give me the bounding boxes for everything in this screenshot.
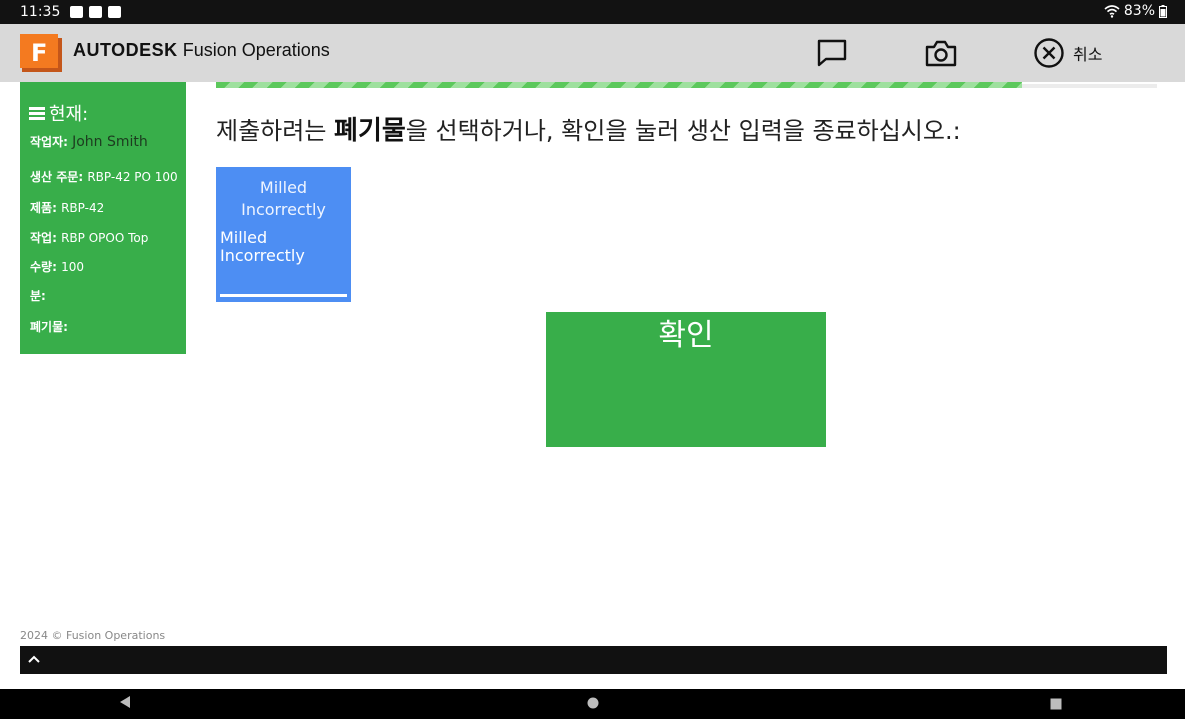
gallery-icon xyxy=(70,6,83,18)
info-value: John Smith xyxy=(72,134,148,150)
info-row-quantity: 수량: 100 xyxy=(30,258,84,275)
info-value: RBP-42 xyxy=(61,201,105,215)
instruction-emphasis: 폐기물 xyxy=(334,116,406,146)
app-screen: 11:35 83% F AUTODESK Fusion Operations 취… xyxy=(0,0,1185,719)
info-label: 분: xyxy=(30,289,46,303)
info-row-product: 제품: RBP-42 xyxy=(30,199,104,216)
comment-button[interactable] xyxy=(816,36,848,70)
close-circle-icon xyxy=(1034,38,1064,68)
camera-button[interactable] xyxy=(924,36,958,70)
screenshot-icon xyxy=(108,6,121,18)
notification-icons xyxy=(70,6,121,18)
panel-title: 현재: xyxy=(49,104,89,125)
info-label: 폐기물: xyxy=(30,320,68,334)
copyright-text: 2024 © Fusion Operations xyxy=(20,629,166,642)
app-brand: AUTODESK Fusion Operations xyxy=(73,40,330,61)
battery-icon xyxy=(1159,4,1167,18)
camera-icon xyxy=(925,40,957,67)
stripe-track xyxy=(1022,84,1157,88)
info-row-operation: 작업: RBP OPOO Top xyxy=(30,229,148,246)
brand-product: Fusion Operations xyxy=(182,40,330,60)
info-label: 작업자: xyxy=(30,135,68,149)
progress-stripe xyxy=(216,82,1022,88)
comment-icon xyxy=(817,39,847,67)
info-label: 생산 주문: xyxy=(30,170,84,184)
brand-autodesk: AUTODESK xyxy=(73,40,178,60)
instruction-text: 제출하려는 폐기물을 선택하거나, 확인을 눌러 생산 입력을 종료하십시오.: xyxy=(216,110,961,147)
waste-tile-underline xyxy=(220,294,347,297)
scroll-top-icon[interactable] xyxy=(28,654,40,664)
cancel-label: 취소 xyxy=(1073,45,1103,64)
back-icon[interactable] xyxy=(118,695,132,709)
fusion-logo-icon: F xyxy=(20,34,62,72)
wifi-icon xyxy=(1104,4,1120,18)
info-label: 수량: xyxy=(30,260,57,274)
info-value: RBP OPOO Top xyxy=(61,231,149,245)
app-header: F AUTODESK Fusion Operations 취소 xyxy=(0,24,1185,82)
status-right: 83% xyxy=(1104,3,1167,19)
current-info-panel: 현재: 작업자: John Smith 생산 주문: RBP-42 PO 100… xyxy=(20,82,186,354)
cancel-button[interactable]: 취소 xyxy=(1033,36,1102,70)
instruction-suffix: 을 선택하거나, 확인을 눌러 생산 입력을 종료하십시오.: xyxy=(405,117,961,145)
recents-icon[interactable] xyxy=(1050,698,1062,710)
battery-percent: 83% xyxy=(1123,3,1155,19)
image-icon xyxy=(89,6,102,18)
home-icon[interactable] xyxy=(587,697,599,709)
system-nav-bar xyxy=(0,689,1185,719)
info-value: 100 xyxy=(61,260,84,274)
info-row-minutes: 분: xyxy=(30,287,46,304)
info-label: 제품: xyxy=(30,201,57,215)
panel-header[interactable]: 현재: xyxy=(29,100,88,126)
instruction-prefix: 제출하려는 xyxy=(216,117,335,145)
logo-letter: F xyxy=(31,39,47,67)
info-label: 작업: xyxy=(30,231,57,245)
info-row-operator: 작업자: John Smith xyxy=(30,133,148,150)
menu-icon xyxy=(29,106,45,120)
waste-tile-title: Milled Incorrectly xyxy=(241,178,326,219)
info-row-waste: 폐기물: xyxy=(30,318,68,335)
status-bar: 11:35 83% xyxy=(0,0,1185,24)
footer-bar xyxy=(20,646,1167,674)
waste-tile-label: Milled Incorrectly xyxy=(220,228,305,265)
waste-reason-tile[interactable]: Milled Incorrectly Milled Incorrectly xyxy=(216,167,351,302)
info-value: RBP-42 PO 100 xyxy=(87,170,178,184)
info-row-production-order: 생산 주문: RBP-42 PO 100 xyxy=(30,168,178,185)
status-time: 11:35 xyxy=(20,4,61,20)
confirm-button[interactable]: 확인 xyxy=(546,312,826,447)
confirm-label: 확인 xyxy=(658,318,714,353)
